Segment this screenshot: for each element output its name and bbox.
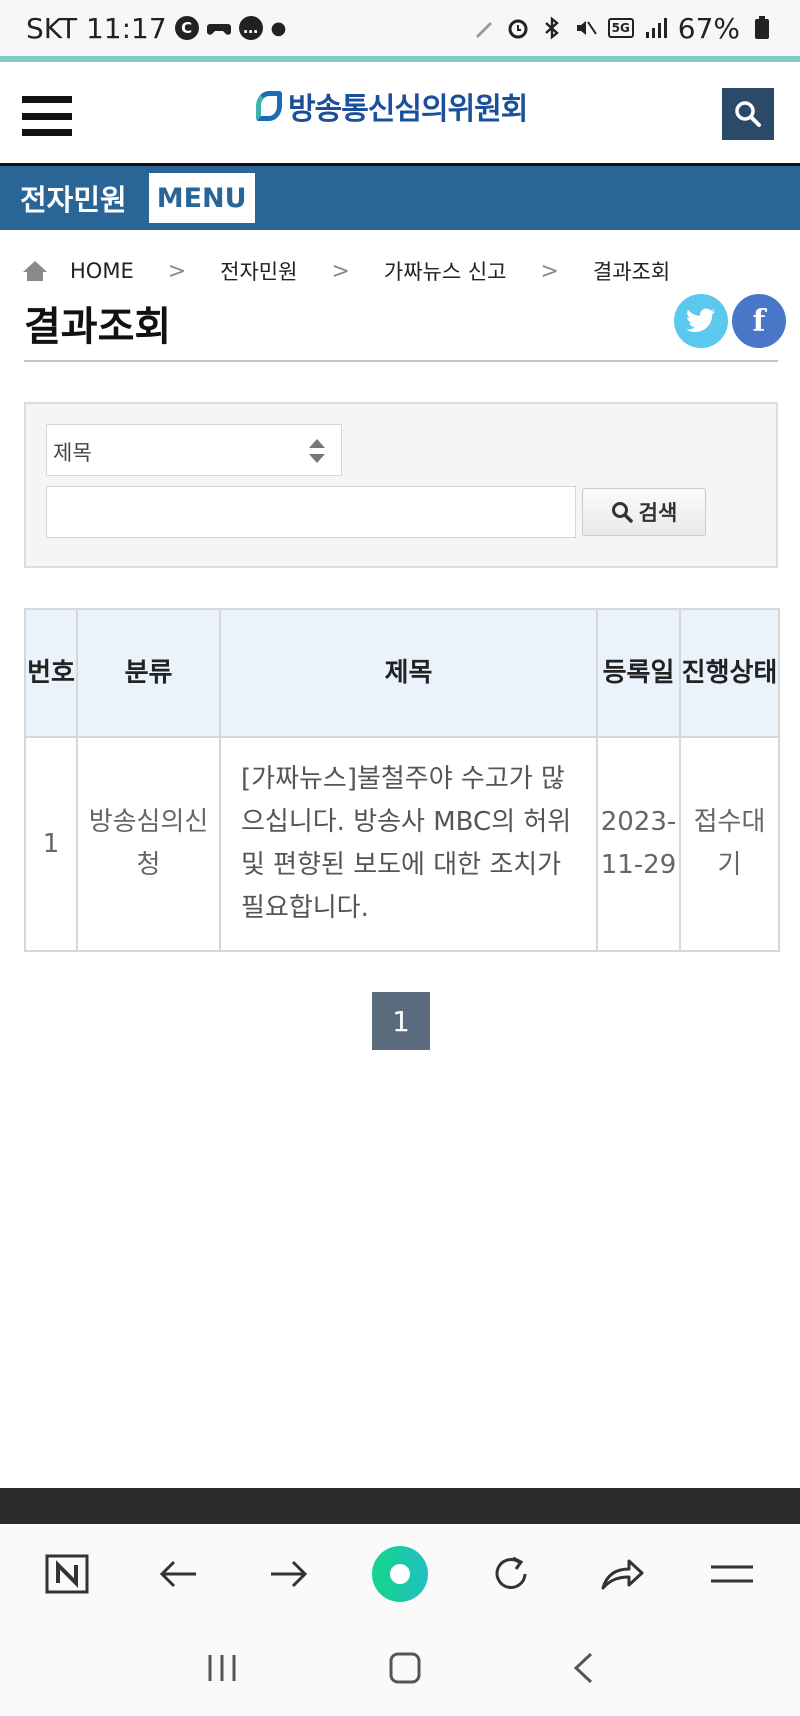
home-icon[interactable] <box>22 260 48 282</box>
chevron-right-icon: > <box>331 258 350 284</box>
select-value: 제목 <box>53 441 92 465</box>
search-icon <box>735 101 761 127</box>
section-bar: 전자민원 MENU <box>0 166 800 230</box>
pagination-current-page[interactable]: 1 <box>372 992 430 1050</box>
alarm-icon <box>506 16 530 40</box>
carrier-time: SKT 11:17 <box>26 11 167 45</box>
home-button-icon[interactable] <box>388 1651 422 1689</box>
mute-icon <box>574 16 598 40</box>
breadcrumb-item-home[interactable]: HOME <box>70 259 134 283</box>
cell-date: 2023-11-29 <box>596 736 681 952</box>
breadcrumb-item-epetition[interactable]: 전자민원 <box>220 256 297 286</box>
game-controller-icon <box>206 16 231 40</box>
battery-percent: 67% <box>677 11 740 45</box>
twitter-icon[interactable] <box>674 294 728 348</box>
table-row[interactable]: 1 방송심의신청 [가짜뉴스]불철주야 수고가 많으십니다. 방송사 MBC의 … <box>24 736 780 952</box>
green-dot-icon[interactable] <box>370 1544 430 1604</box>
logo-mark-icon <box>256 91 282 121</box>
back-arrow-icon[interactable] <box>148 1544 208 1604</box>
footer-band <box>0 1488 800 1524</box>
search-panel: 제목 검색 <box>24 402 778 568</box>
chevron-right-icon: > <box>540 258 559 284</box>
facebook-icon[interactable]: f <box>732 294 786 348</box>
search-field-select[interactable]: 제목 <box>46 424 342 476</box>
refresh-icon[interactable] <box>481 1544 541 1604</box>
page-title: 결과조회 <box>24 304 172 350</box>
network-5g-icon: 5G <box>607 18 634 38</box>
browser-toolbar <box>0 1524 800 1624</box>
pencil-icon <box>472 16 496 40</box>
dot-icon: ● <box>270 17 287 39</box>
signal-icon <box>644 16 668 40</box>
cell-status: 접수대기 <box>679 736 780 952</box>
search-button-label: 검색 <box>638 501 678 525</box>
results-table: 번호 분류 제목 등록일 진행상태 1 방송심의신청 [가짜뉴스]불철주야 수고… <box>24 608 780 952</box>
back-button-icon[interactable] <box>571 1651 595 1689</box>
recent-apps-icon[interactable] <box>205 1653 239 1687</box>
cell-title-link[interactable]: [가짜뉴스]불철주야 수고가 많으십니다. 방송사 MBC의 허위 및 편향된 … <box>219 736 598 952</box>
site-header: 방송통신심의위원회 <box>0 62 800 166</box>
cell-number: 1 <box>24 736 78 952</box>
battery-icon <box>750 16 774 40</box>
breadcrumb: HOME > 전자민원 > 가짜뉴스 신고 > 결과조회 <box>22 256 704 286</box>
social-share: f <box>674 294 786 348</box>
column-header-date: 등록일 <box>596 608 681 738</box>
naver-home-icon[interactable] <box>37 1544 97 1604</box>
hamburger-menu-icon[interactable] <box>22 96 72 136</box>
column-header-number: 번호 <box>24 608 78 738</box>
logo-text: 방송통신심의위원회 <box>288 92 528 127</box>
cell-category: 방송심의신청 <box>76 736 221 952</box>
column-header-title: 제목 <box>219 608 598 738</box>
c-app-icon: C <box>174 16 199 40</box>
chat-icon: … <box>238 16 263 40</box>
forward-arrow-icon[interactable] <box>259 1544 319 1604</box>
column-header-status: 진행상태 <box>679 608 780 738</box>
column-header-category: 분류 <box>76 608 221 738</box>
menu-button[interactable]: MENU <box>148 173 255 223</box>
share-icon[interactable] <box>592 1544 652 1604</box>
table-header-row: 번호 분류 제목 등록일 진행상태 <box>24 608 780 738</box>
title-divider <box>24 360 778 362</box>
header-search-button[interactable] <box>722 88 774 140</box>
select-arrows-icon <box>309 437 325 465</box>
search-input[interactable] <box>46 486 576 538</box>
bluetooth-icon <box>540 16 564 40</box>
search-icon <box>611 502 633 523</box>
status-bar: SKT 11:17 C … ● 5G 67% <box>0 0 800 56</box>
search-button[interactable]: 검색 <box>582 488 706 536</box>
system-nav-bar <box>0 1624 800 1716</box>
chevron-right-icon: > <box>167 258 187 284</box>
site-logo[interactable]: 방송통신심의위원회 <box>256 84 528 128</box>
section-title[interactable]: 전자민원 <box>20 177 127 219</box>
menu-lines-icon[interactable] <box>702 1544 762 1604</box>
breadcrumb-item-results[interactable]: 결과조회 <box>593 256 670 286</box>
breadcrumb-item-fake-news-report[interactable]: 가짜뉴스 신고 <box>384 256 507 286</box>
